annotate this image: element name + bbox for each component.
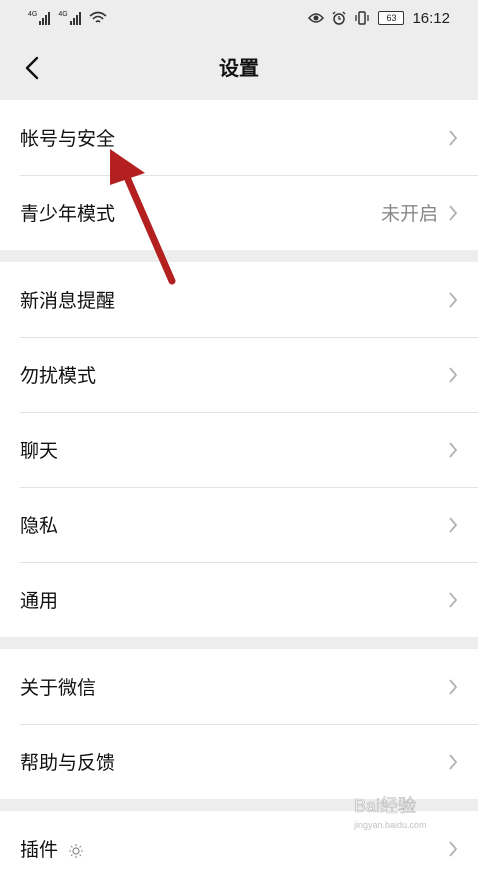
signal-icon-2: 4G (58, 11, 81, 25)
status-bar: 4G 4G 63 16:12 (0, 0, 478, 36)
settings-item-label: 插件 (20, 835, 448, 862)
settings-item-label: 帮助与反馈 (20, 752, 116, 774)
settings-item-value: 未开启 (380, 203, 438, 225)
settings-item-privacy[interactable]: 隐私 (0, 487, 478, 562)
settings-item-label: 新消息提醒 (20, 290, 116, 312)
settings-item-help-feedback[interactable]: 帮助与反馈 (0, 724, 478, 799)
settings-item-account-security[interactable]: 帐号与安全 (0, 100, 478, 175)
wifi-icon (89, 11, 107, 23)
watermark-logo: Bai经验 jingyan.baidu.com (353, 796, 427, 830)
chevron-right-icon (448, 591, 458, 609)
settings-group-about: 关于微信 帮助与反馈 (0, 649, 478, 799)
nav-bar: 设置 (0, 36, 478, 100)
back-arrow-icon (25, 56, 39, 80)
settings-item-youth-mode[interactable]: 青少年模式 未开启 (0, 175, 478, 250)
chevron-right-icon (448, 366, 458, 384)
svg-text:Bai经验: Bai经验 (354, 796, 416, 816)
settings-item-label: 青少年模式 (20, 203, 116, 225)
settings-group-account: 帐号与安全 青少年模式 未开启 (0, 100, 478, 250)
chevron-right-icon (448, 753, 458, 771)
settings-item-label: 帐号与安全 (20, 128, 116, 150)
chevron-right-icon (448, 678, 458, 696)
settings-list: 帐号与安全 青少年模式 未开启 新消息提醒 勿扰模式 聊天 隐私 通用 关于微信… (0, 100, 478, 886)
group-divider (0, 637, 478, 649)
chevron-right-icon (448, 204, 458, 222)
settings-item-new-message-alerts[interactable]: 新消息提醒 (0, 262, 478, 337)
chevron-right-icon (448, 291, 458, 309)
eye-icon (308, 13, 325, 23)
alarm-icon (332, 11, 346, 25)
battery-icon: 63 (378, 11, 405, 25)
svg-text:jingyan.baidu.com: jingyan.baidu.com (353, 820, 427, 830)
signal-icon: 4G (28, 11, 51, 25)
back-button[interactable] (12, 48, 52, 88)
settings-item-label: 关于微信 (20, 677, 97, 699)
sun-icon (69, 843, 84, 858)
status-time: 16:12 (412, 9, 450, 27)
settings-item-about-wechat[interactable]: 关于微信 (0, 649, 478, 724)
page-title: 设置 (219, 56, 259, 80)
settings-item-label: 勿扰模式 (20, 365, 97, 387)
vibrate-icon (355, 11, 370, 25)
chevron-right-icon (448, 129, 458, 147)
status-left: 4G 4G (28, 11, 107, 25)
settings-item-label: 隐私 (20, 515, 59, 537)
settings-item-do-not-disturb[interactable]: 勿扰模式 (0, 337, 478, 412)
settings-group-general: 新消息提醒 勿扰模式 聊天 隐私 通用 (0, 262, 478, 637)
settings-item-label: 通用 (20, 590, 59, 612)
chevron-right-icon (448, 516, 458, 534)
settings-item-label: 聊天 (20, 440, 59, 462)
group-divider (0, 250, 478, 262)
settings-item-chat[interactable]: 聊天 (0, 412, 478, 487)
status-right: 63 16:12 (308, 10, 450, 27)
settings-item-general[interactable]: 通用 (0, 562, 478, 637)
annotation-arrow-icon (110, 149, 176, 285)
chevron-right-icon (448, 840, 458, 858)
chevron-right-icon (448, 441, 458, 459)
